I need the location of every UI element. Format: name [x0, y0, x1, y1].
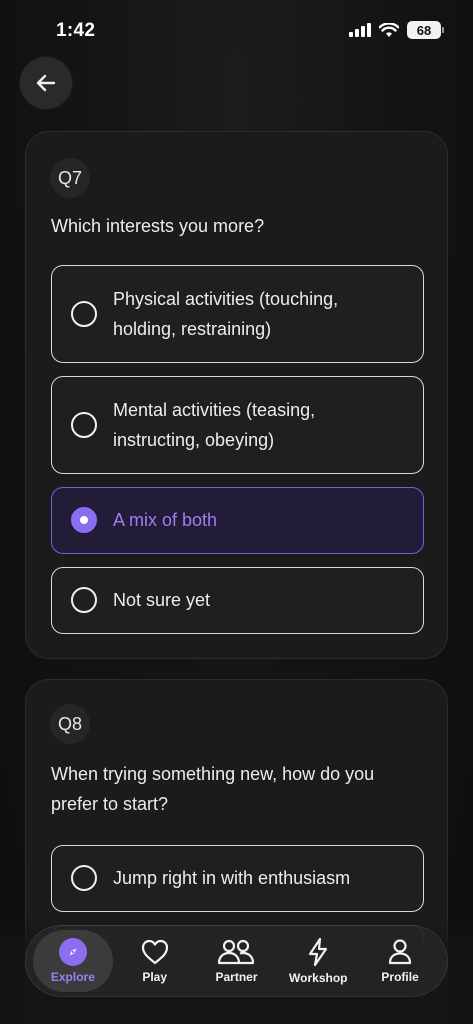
wifi-icon [379, 22, 399, 37]
partner-icon [218, 939, 255, 965]
nav-label-partner: Partner [215, 970, 258, 984]
battery-icon: 68 [407, 21, 444, 39]
bottom-nav: Explore Play Partner Workshop Profile [25, 925, 448, 997]
answer-option[interactable]: Jump right in with enthusiasm [51, 845, 424, 912]
cellular-signal-icon [349, 23, 371, 37]
answer-option-label: Not sure yet [113, 590, 211, 610]
question-number-badge: Q7 [50, 158, 90, 198]
status-icons: 68 [349, 21, 444, 39]
back-button[interactable] [20, 57, 72, 109]
status-bar: 1:42 68 [0, 0, 473, 62]
question-text: When trying something new, how do you pr… [51, 764, 375, 814]
answer-option-label: Jump right in with enthusiasm [113, 868, 351, 888]
compass-icon [58, 938, 87, 966]
answer-option[interactable]: Physical activities (touching, holding, … [51, 265, 424, 363]
profile-icon [388, 939, 412, 965]
radio-button[interactable] [71, 300, 97, 327]
battery-level: 68 [416, 22, 432, 38]
nav-item-profile[interactable]: Profile [360, 930, 440, 992]
question-number-badge: Q8 [50, 704, 90, 744]
nav-item-workshop[interactable]: Workshop [278, 930, 358, 992]
answer-option[interactable]: Not sure yet [51, 567, 424, 634]
arrow-left-icon [36, 74, 56, 92]
nav-label-profile: Profile [381, 970, 419, 984]
answer-option-label: A mix of both [113, 510, 218, 530]
nav-item-explore[interactable]: Explore [32, 930, 113, 992]
status-time: 1:42 [56, 20, 96, 41]
radio-button[interactable] [71, 411, 97, 438]
nav-label-explore: Explore [50, 970, 95, 984]
radio-button[interactable] [71, 865, 97, 891]
answer-option[interactable]: Mental activities (teasing, instructing,… [51, 376, 424, 474]
nav-label-workshop: Workshop [289, 971, 348, 985]
heart-icon [141, 939, 168, 965]
question-card-q7: Q7 Which interests you more? Physical ac… [25, 131, 448, 659]
radio-button-selected[interactable] [71, 507, 97, 533]
lightning-icon [309, 937, 328, 967]
answer-option-selected[interactable]: A mix of both [51, 487, 424, 554]
nav-item-play[interactable]: Play [115, 930, 195, 992]
question-text: Which interests you more? [51, 216, 265, 236]
nav-item-partner[interactable]: Partner [196, 930, 276, 992]
answer-option-label: Physical activities (touching, holding, … [113, 288, 339, 339]
radio-button[interactable] [71, 587, 97, 613]
nav-label-play: Play [142, 970, 168, 984]
answer-option-label: Mental activities (teasing, instructing,… [113, 399, 316, 450]
